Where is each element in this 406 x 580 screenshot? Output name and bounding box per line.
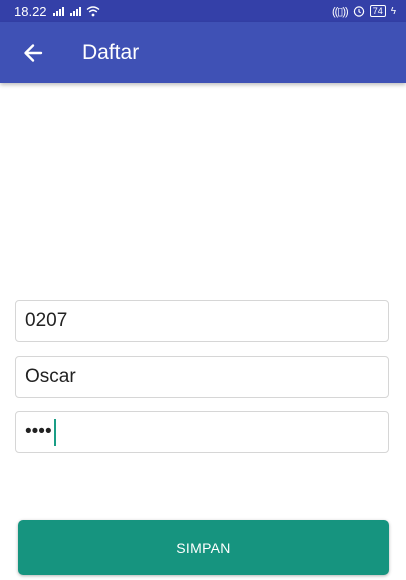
password-field[interactable]: •••• <box>15 411 389 453</box>
alarm-icon <box>353 6 364 17</box>
battery-icon: 74 <box>369 5 386 17</box>
status-right: ((▯)) 74 ϟ <box>332 3 396 19</box>
status-bar: 18.22 ((▯)) 74 ϟ <box>0 0 406 22</box>
name-field[interactable]: Oscar <box>15 356 389 398</box>
name-value: Oscar <box>25 366 76 387</box>
id-value: 0207 <box>25 310 68 331</box>
status-left: 18.22 <box>14 3 100 19</box>
arrow-back-icon <box>24 44 43 62</box>
battery-level: 74 <box>372 6 383 16</box>
password-value: •••• <box>25 421 52 442</box>
charging-icon: ϟ <box>390 5 396 17</box>
vibrate-icon: ((▯)) <box>331 5 349 18</box>
text-cursor <box>53 418 56 446</box>
id-field[interactable]: 0207 <box>15 300 389 342</box>
signal-icon <box>52 6 64 16</box>
save-button[interactable]: SIMPAN <box>18 520 389 575</box>
password-content: •••• <box>25 418 56 446</box>
app-bar: Daftar <box>0 22 406 83</box>
page-title: Daftar <box>82 41 140 64</box>
status-time: 18.22 <box>14 3 47 19</box>
wifi-icon <box>86 6 99 17</box>
back-button[interactable] <box>14 34 52 72</box>
signal-icon <box>69 6 81 16</box>
